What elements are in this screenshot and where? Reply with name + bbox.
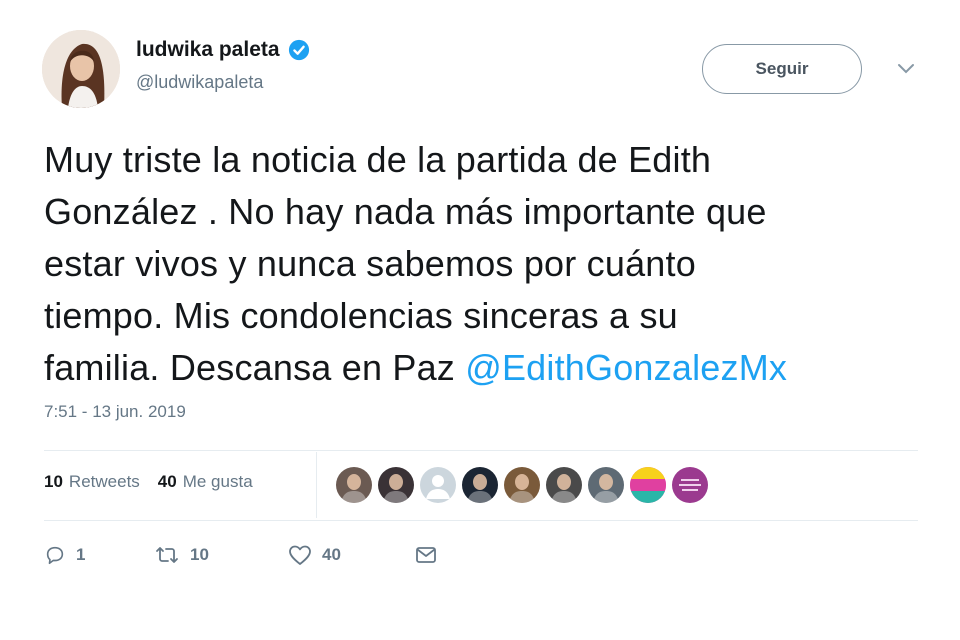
liker-avatar[interactable]: [420, 467, 456, 503]
like-action[interactable]: 40: [288, 544, 414, 566]
default-avatar-icon: [426, 475, 450, 499]
retweets-stat[interactable]: 10 Retweets: [44, 472, 140, 492]
divider: [44, 450, 918, 451]
user-photo-icon: [467, 474, 493, 503]
reply-count: 1: [76, 545, 86, 564]
tweet-text-line: familia. Descansa en Paz @EdithGonzalezM…: [44, 342, 924, 394]
liker-avatar[interactable]: [630, 467, 666, 503]
tweet-timestamp[interactable]: 7:51 - 13 jun. 2019: [44, 402, 186, 422]
likes-count: 40: [157, 472, 177, 491]
retweet-count: 10: [190, 545, 209, 564]
liker-avatar[interactable]: [546, 467, 582, 503]
likes-label: Me gusta: [182, 472, 253, 491]
tweet-text-line: González . No hay nada más importante qu…: [44, 191, 767, 232]
reply-icon: [46, 546, 64, 565]
retweets-count: 10: [44, 472, 63, 491]
author-display-name[interactable]: ludwika paleta: [136, 38, 280, 62]
liker-avatar[interactable]: [672, 467, 708, 503]
liker-avatar[interactable]: [378, 467, 414, 503]
liker-avatar[interactable]: [504, 467, 540, 503]
user-photo-icon: [509, 474, 535, 503]
retweet-action[interactable]: 10: [154, 544, 288, 566]
profile-photo-icon: [42, 30, 120, 108]
user-photo-icon: [383, 474, 409, 503]
author-handle[interactable]: @ludwikapaleta: [136, 72, 310, 93]
user-photo-icon: [341, 474, 367, 503]
tweet-text-line: estar vivos y nunca sabemos por cuánto: [44, 243, 696, 284]
tweet-actions: 1 10 40: [44, 544, 448, 566]
tweet-stats: 10 Retweets 40 Me gusta: [44, 472, 253, 492]
stats-separator: [316, 452, 317, 518]
tweet-text-line: tiempo. Mis condolencias sinceras a su: [44, 295, 678, 336]
envelope-icon: [416, 547, 436, 563]
liker-avatar[interactable]: [588, 467, 624, 503]
colorful-graphic-icon: [630, 467, 666, 503]
like-count: 40: [322, 545, 341, 564]
heart-icon: [289, 545, 311, 565]
retweets-label: Retweets: [68, 472, 140, 491]
liker-avatars: [336, 467, 708, 503]
author-info: ludwika paleta @ludwikapaleta: [136, 38, 310, 93]
text-graphic-icon: [679, 479, 701, 491]
chevron-down-icon[interactable]: [896, 62, 916, 76]
direct-message-action[interactable]: [414, 545, 448, 565]
verified-badge-icon: [288, 39, 309, 61]
follow-button[interactable]: Seguir: [702, 44, 862, 94]
tweet-text: Muy triste la noticia de la partida de E…: [44, 134, 924, 394]
tweet-text-segment: familia. Descansa en Paz: [44, 347, 466, 388]
liker-avatar[interactable]: [462, 467, 498, 503]
author-name-row: ludwika paleta: [136, 38, 310, 62]
retweet-icon: [156, 547, 178, 563]
author-avatar[interactable]: [42, 30, 120, 108]
user-photo-icon: [551, 474, 577, 503]
divider: [44, 520, 918, 521]
likes-stat[interactable]: 40 Me gusta: [158, 472, 253, 492]
tweet-text-line: Muy triste la noticia de la partida de E…: [44, 139, 712, 180]
reply-action[interactable]: 1: [44, 544, 154, 566]
liker-avatar[interactable]: [336, 467, 372, 503]
mention-link[interactable]: @EdithGonzalezMx: [465, 347, 787, 388]
user-photo-icon: [593, 474, 619, 503]
